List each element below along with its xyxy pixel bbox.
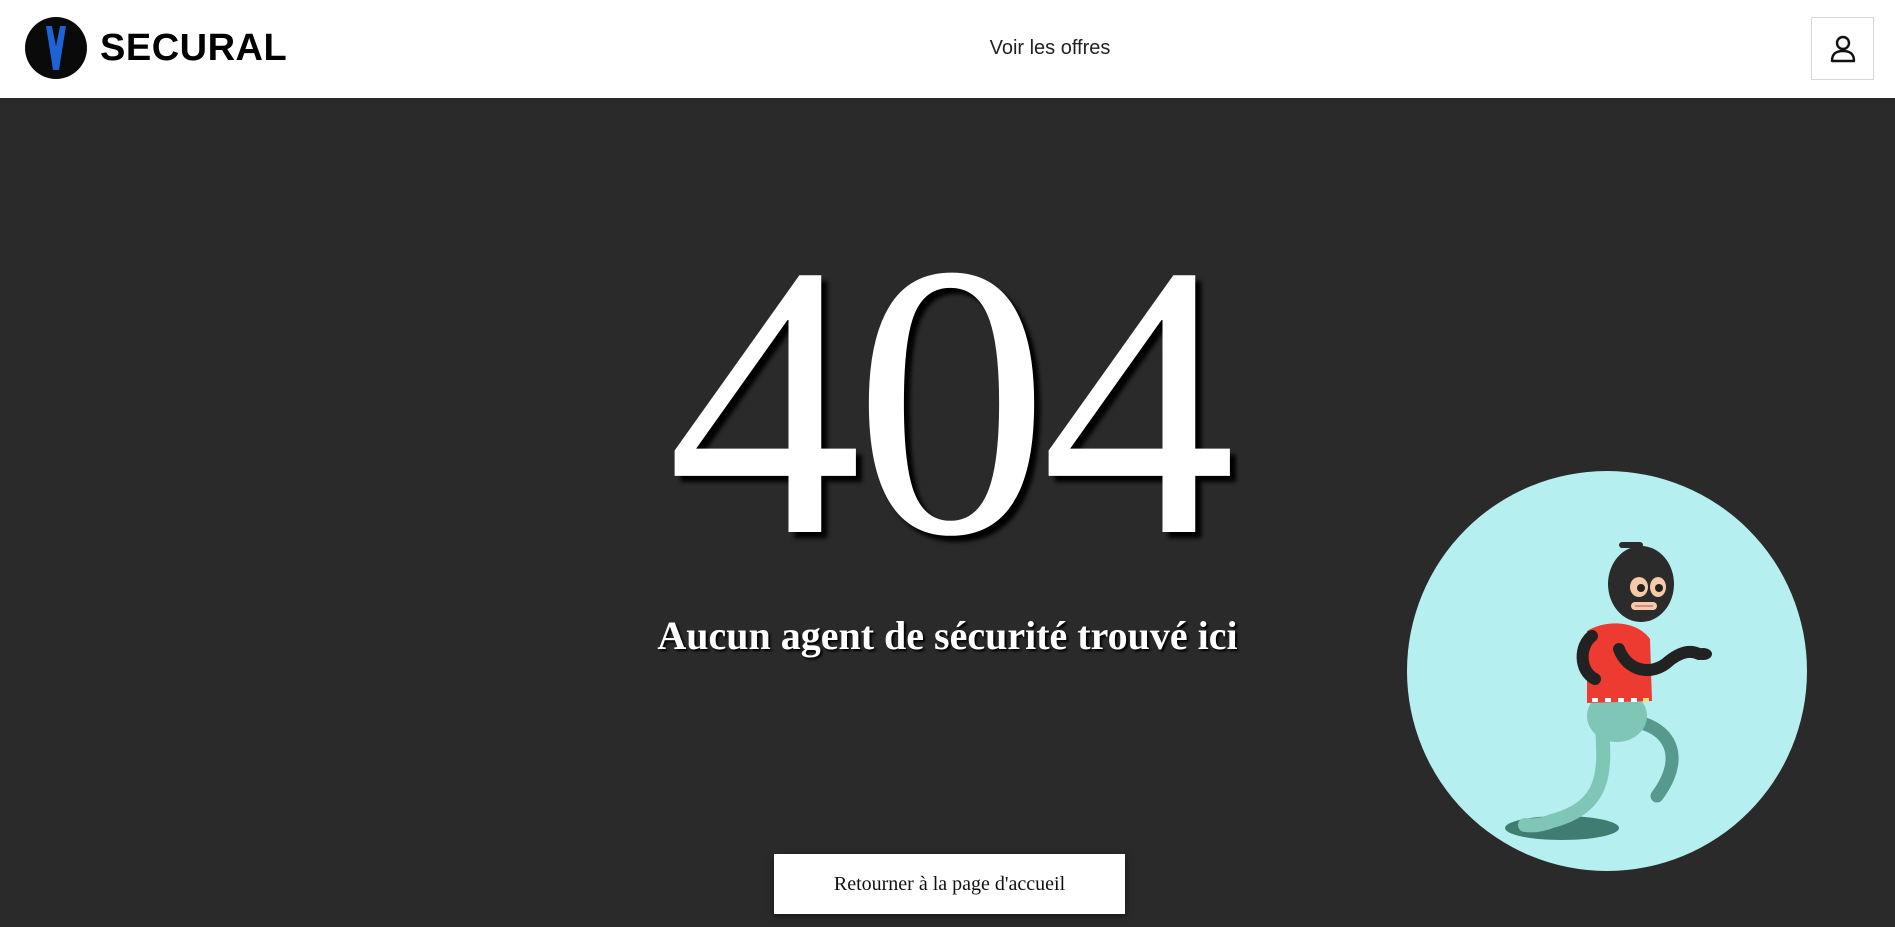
burglar-running-illustration (1407, 471, 1807, 871)
site-header: SECURAL Voir les offres (0, 0, 1895, 98)
account-button[interactable] (1811, 17, 1874, 80)
brand-name[interactable]: SECURAL (100, 26, 287, 70)
view-offers-link[interactable]: Voir les offres (950, 36, 1150, 60)
return-home-button[interactable]: Retourner à la page d'accueil (774, 854, 1125, 914)
shield-v-logo-icon[interactable] (24, 16, 88, 80)
user-icon (1830, 35, 1855, 62)
